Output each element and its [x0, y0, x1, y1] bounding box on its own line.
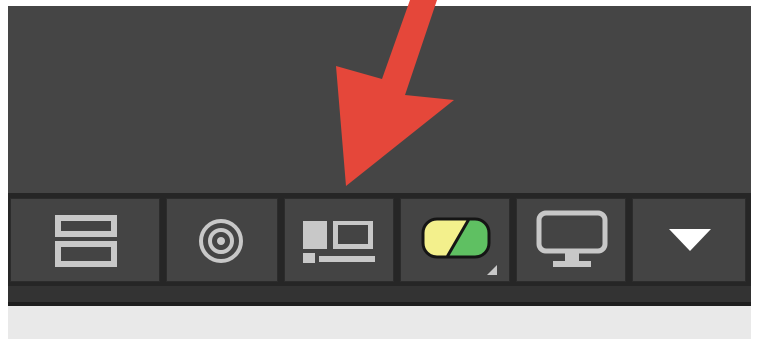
concentric-circle-icon	[199, 219, 243, 263]
split-view-button[interactable]	[10, 198, 160, 282]
layout-panels-button[interactable]	[284, 198, 394, 282]
viewport-area	[8, 6, 751, 194]
dropdown-button[interactable]	[632, 198, 746, 282]
target-button[interactable]	[166, 198, 278, 282]
color-swatch-button[interactable]	[400, 198, 510, 282]
color-swatch-icon	[421, 217, 497, 275]
dropdown-arrow-icon	[669, 229, 711, 251]
layout-panels-icon	[303, 221, 375, 263]
split-horizontal-icon	[55, 215, 117, 267]
app-frame	[0, 0, 757, 339]
display-button[interactable]	[516, 198, 626, 282]
monitor-icon	[536, 210, 608, 267]
lower-panel	[8, 306, 751, 339]
